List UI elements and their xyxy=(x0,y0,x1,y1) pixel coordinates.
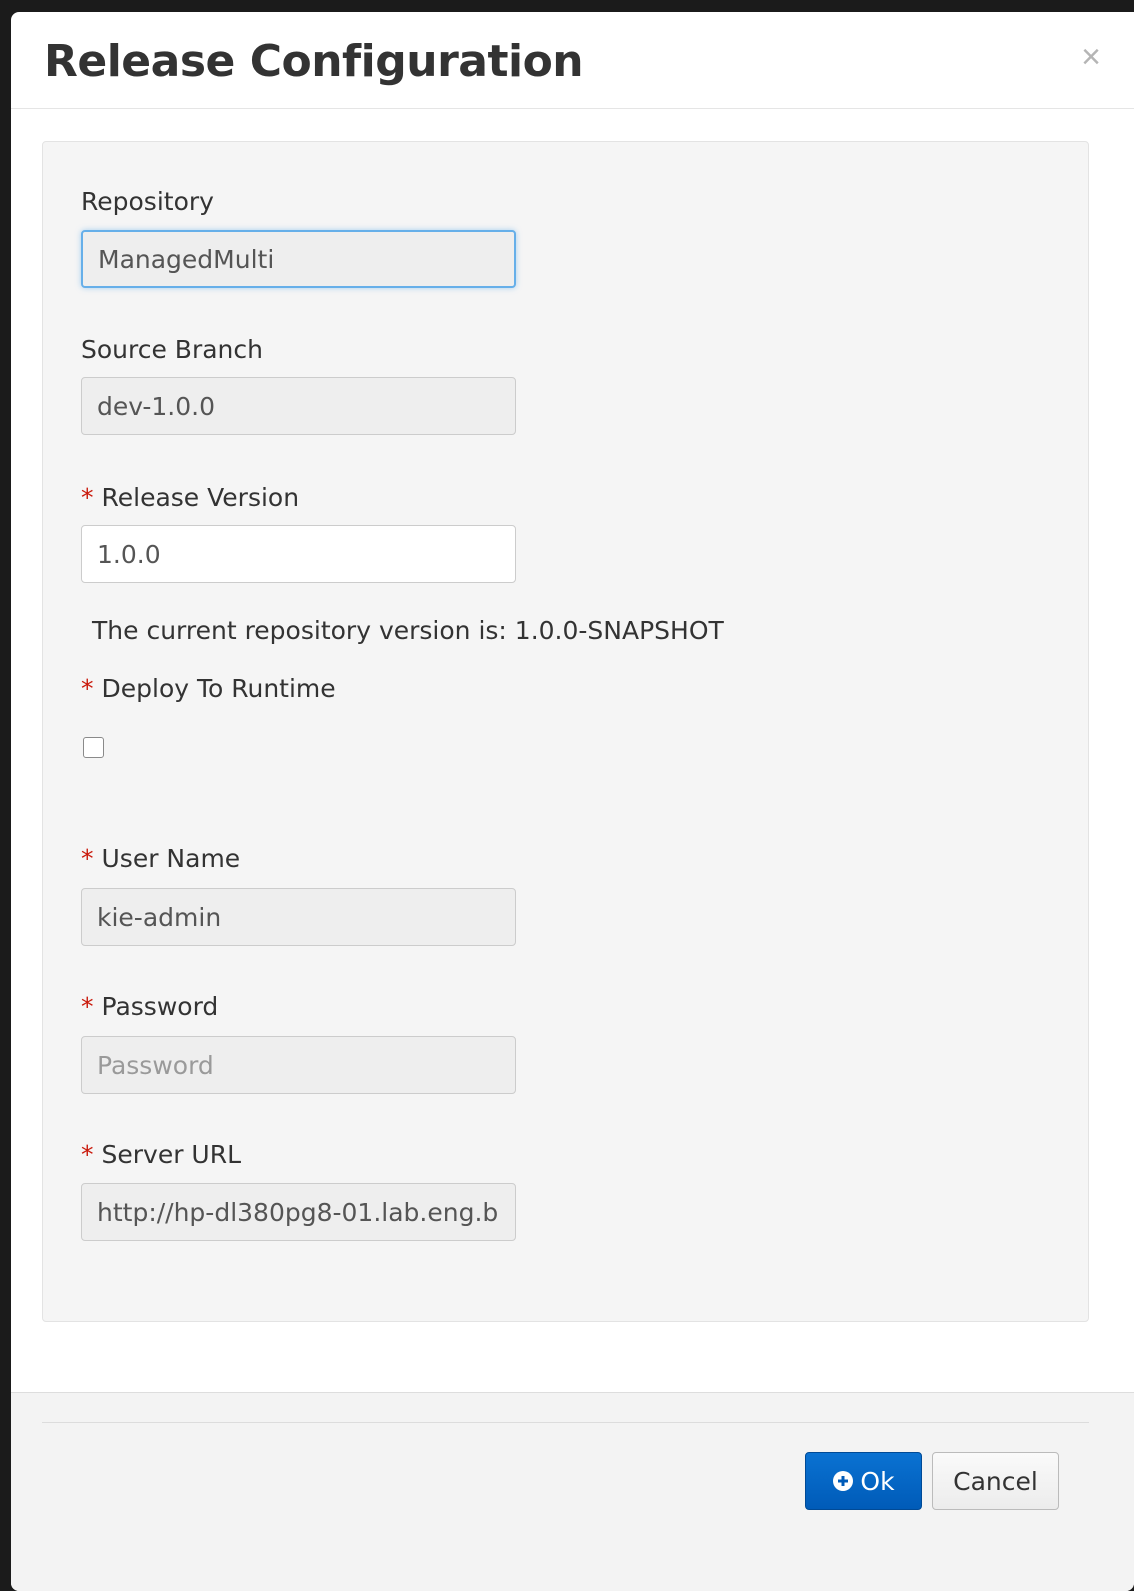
source-branch-label: Source Branch xyxy=(81,335,263,364)
user-name-input[interactable] xyxy=(81,888,516,946)
source-branch-input[interactable] xyxy=(81,377,516,435)
required-marker: * xyxy=(81,844,94,873)
dialog-footer: Ok Cancel xyxy=(11,1392,1134,1591)
required-marker: * xyxy=(81,992,94,1021)
source-branch-label-text: Source Branch xyxy=(81,335,263,364)
ok-button-label: Ok xyxy=(860,1466,895,1496)
release-version-label-text: Release Version xyxy=(101,483,300,512)
deploy-to-runtime-label-text: Deploy To Runtime xyxy=(101,674,336,703)
password-label: * Password xyxy=(81,992,218,1021)
deploy-to-runtime-checkbox[interactable] xyxy=(83,737,104,758)
release-configuration-dialog: Release Configuration × Repository Sourc… xyxy=(11,12,1134,1591)
ok-button[interactable]: Ok xyxy=(805,1452,922,1510)
repository-version-help: The current repository version is: 1.0.0… xyxy=(92,616,724,645)
password-label-text: Password xyxy=(101,992,219,1021)
deploy-to-runtime-label: * Deploy To Runtime xyxy=(81,674,336,703)
cancel-button[interactable]: Cancel xyxy=(932,1452,1059,1510)
repository-label-text: Repository xyxy=(81,187,214,216)
release-version-label: * Release Version xyxy=(81,483,299,512)
footer-divider xyxy=(42,1422,1089,1423)
password-input[interactable] xyxy=(81,1036,516,1094)
close-icon[interactable]: × xyxy=(1081,40,1101,74)
required-marker: * xyxy=(81,1140,94,1169)
dialog-title: Release Configuration xyxy=(44,36,584,87)
required-marker: * xyxy=(81,483,94,512)
cancel-button-label: Cancel xyxy=(953,1466,1038,1496)
release-version-input[interactable] xyxy=(81,525,516,583)
server-url-label-text: Server URL xyxy=(101,1140,242,1169)
dialog-header: Release Configuration × xyxy=(11,12,1134,109)
plus-circle-icon xyxy=(833,1471,854,1491)
repository-label: Repository xyxy=(81,187,214,216)
repository-input[interactable] xyxy=(81,230,516,288)
server-url-input[interactable] xyxy=(81,1183,516,1241)
server-url-label: * Server URL xyxy=(81,1140,241,1169)
user-name-label-text: User Name xyxy=(101,844,241,873)
user-name-label: * User Name xyxy=(81,844,240,873)
required-marker: * xyxy=(81,674,94,703)
